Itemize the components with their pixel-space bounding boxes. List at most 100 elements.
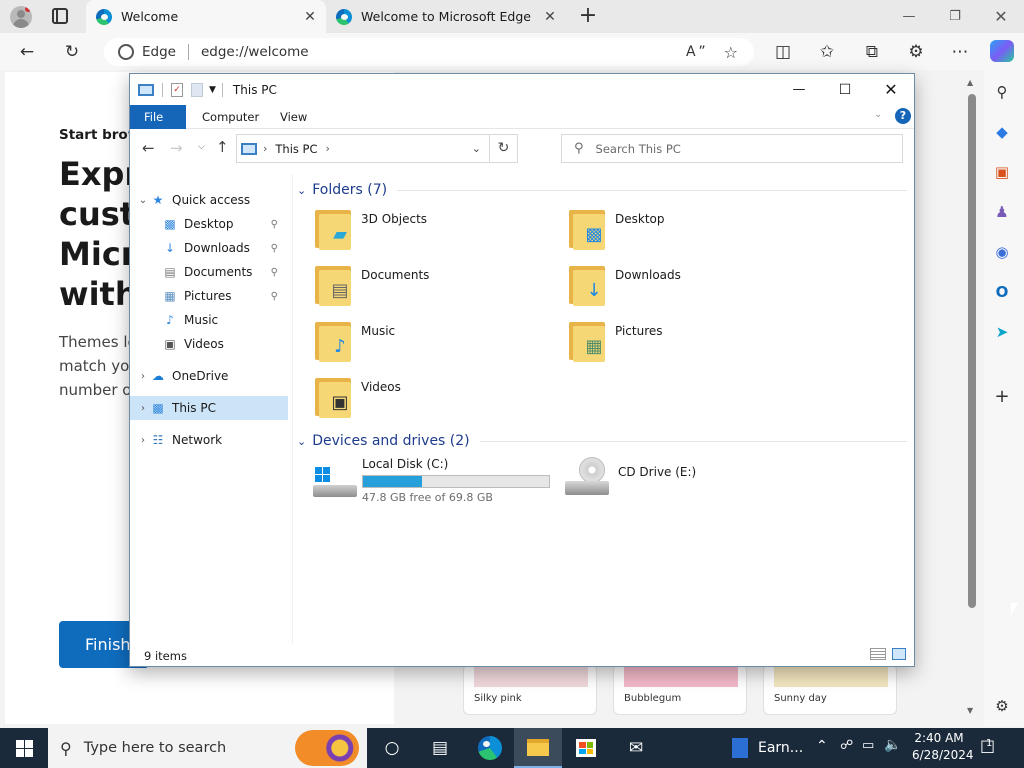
qat-dropdown-icon[interactable]: ▼ <box>209 85 216 95</box>
copilot-icon[interactable] <box>990 40 1014 62</box>
back-icon[interactable]: ← <box>10 33 44 70</box>
nav-item-documents[interactable]: ▤ Documents ⚲ <box>130 260 288 284</box>
start-button[interactable] <box>0 728 48 768</box>
read-aloud-icon[interactable]: A ” <box>686 44 706 60</box>
clock[interactable]: 2:40 AM 6/28/2024 <box>912 730 974 766</box>
restore-button[interactable]: ❐ <box>932 0 978 33</box>
tab-actions-icon[interactable] <box>52 8 68 24</box>
nav-forward-icon[interactable]: → <box>170 139 183 157</box>
outlook-icon[interactable]: O <box>984 278 1020 306</box>
url-text[interactable]: edge://welcome <box>201 44 309 60</box>
profile-avatar[interactable] <box>10 6 32 28</box>
address-breadcrumb[interactable]: › This PC › ⌄ ↻ <box>236 134 518 163</box>
large-icons-view-icon[interactable] <box>892 648 906 660</box>
drive-cd-e[interactable]: CD Drive (E:) <box>565 457 815 507</box>
nav-item-desktop[interactable]: ▩ Desktop ⚲ <box>130 212 288 236</box>
properties-icon[interactable]: ✓ <box>171 82 183 97</box>
nav-item-videos[interactable]: ▣ Videos <box>130 332 288 356</box>
volume-muted-icon[interactable]: 🔈 <box>884 737 901 753</box>
collapse-chevron-icon[interactable]: ⌄ <box>297 435 306 448</box>
taskbar-mail-app[interactable]: ✉ <box>612 728 660 768</box>
scroll-thumb[interactable] <box>968 94 976 608</box>
performance-icon[interactable]: ⚙ <box>899 33 933 70</box>
expand-ribbon-icon[interactable]: ⌄ <box>874 109 882 120</box>
folders-group-header[interactable]: ⌄ Folders (7) <box>297 180 907 200</box>
toolbox-icon[interactable]: ▣ <box>984 158 1020 186</box>
help-icon[interactable]: ? <box>895 108 911 124</box>
favorites-icon[interactable]: ✩ <box>810 33 844 70</box>
split-screen-icon[interactable]: ◫ <box>766 33 800 70</box>
address-bar[interactable]: Edge edge://welcome A ” ☆ <box>104 38 754 66</box>
tab-welcome[interactable]: Welcome ✕ <box>86 0 326 33</box>
favorite-star-icon[interactable]: ☆ <box>724 43 738 62</box>
folder-videos[interactable]: ▣ Videos <box>313 376 563 432</box>
recent-locations-icon[interactable]: ⌵ <box>198 142 205 152</box>
folder-desktop[interactable]: ▩ Desktop <box>567 208 817 264</box>
theme-card-sunny-day[interactable]: Sunny day <box>763 664 897 715</box>
sidebar-settings-icon[interactable]: ⚙ <box>984 692 1020 720</box>
breadcrumb-chevron-icon[interactable]: › <box>326 142 330 155</box>
nav-item-onedrive[interactable]: › ☁ OneDrive <box>130 364 288 388</box>
games-icon[interactable]: ♟ <box>984 198 1020 226</box>
drive-local-disk-c[interactable]: Local Disk (C:) 47.8 GB free of 69.8 GB <box>309 457 559 507</box>
breadcrumb-chevron-icon[interactable]: › <box>263 142 267 155</box>
expanded-chevron-icon[interactable]: ⌄ <box>136 195 150 206</box>
pin-icon[interactable]: ⚲ <box>271 267 278 278</box>
network-icon[interactable]: ☍ <box>840 738 853 753</box>
close-tab-icon[interactable]: ✕ <box>300 9 320 25</box>
collapsed-chevron-icon[interactable]: › <box>136 435 150 446</box>
taskbar-edge-app[interactable] <box>466 728 514 768</box>
pin-icon[interactable]: ⚲ <box>271 243 278 254</box>
new-folder-icon[interactable] <box>191 82 203 97</box>
folder-pictures[interactable]: ▦ Pictures <box>567 320 817 376</box>
theme-card-bubblegum[interactable]: Bubblegum <box>613 664 747 715</box>
folder-music[interactable]: ♪ Music <box>313 320 563 376</box>
refresh-icon[interactable]: ↻ <box>55 33 89 70</box>
pin-icon[interactable]: ⚲ <box>271 291 278 302</box>
taskbar-file-explorer-app[interactable] <box>514 728 562 768</box>
address-dropdown-icon[interactable]: ⌄ <box>472 142 481 155</box>
explorer-close-button[interactable]: ✕ <box>868 80 914 99</box>
explorer-maximize-button[interactable]: ☐ <box>822 82 868 98</box>
drives-group-header[interactable]: ⌄ Devices and drives (2) <box>297 431 907 451</box>
theme-card-silky-pink[interactable]: Silky pink <box>463 664 597 715</box>
taskbar-store-app[interactable] <box>562 728 610 768</box>
ribbon-tab-computer[interactable]: Computer <box>188 105 273 129</box>
folder-downloads[interactable]: ↓ Downloads <box>567 264 817 320</box>
ribbon-tab-file[interactable]: File <box>130 105 186 129</box>
refresh-address-icon[interactable]: ↻ <box>489 135 517 162</box>
battery-icon[interactable]: ▭ <box>862 738 874 753</box>
collapse-chevron-icon[interactable]: ⌄ <box>297 184 306 197</box>
explorer-minimize-button[interactable]: — <box>776 82 822 97</box>
taskbar-earn-app[interactable]: Earn... <box>726 728 812 768</box>
collections-icon[interactable]: ⧉ <box>855 33 889 70</box>
close-tab-icon[interactable]: ✕ <box>540 9 560 25</box>
scroll-down-arrow[interactable]: ▼ <box>967 706 973 715</box>
nav-item-quick-access[interactable]: ⌄ ★ Quick access <box>130 188 288 212</box>
task-view-button[interactable]: ○ <box>368 728 416 768</box>
search-box[interactable]: ⚲ Search This PC <box>561 134 903 163</box>
nav-item-pictures[interactable]: ▦ Pictures ⚲ <box>130 284 288 308</box>
nav-up-icon[interactable]: ↑ <box>216 138 229 156</box>
new-tab-button[interactable]: + <box>574 2 602 30</box>
page-scrollbar[interactable]: ▲ ▼ <box>966 78 978 718</box>
notification-center-button[interactable]: □ 1 <box>980 736 1006 760</box>
close-window-button[interactable]: ✕ <box>978 0 1024 33</box>
nav-back-icon[interactable]: ← <box>142 139 155 157</box>
scroll-up-arrow[interactable]: ▲ <box>967 78 973 87</box>
breadcrumb-this-pc[interactable]: This PC <box>275 142 317 156</box>
tab-welcome-to-edge[interactable]: Welcome to Microsoft Edge ✕ <box>326 0 566 33</box>
search-icon[interactable]: ⚲ <box>984 78 1020 106</box>
add-sidebar-app-icon[interactable]: + <box>984 382 1020 410</box>
nav-item-network[interactable]: › ☷ Network <box>130 428 288 452</box>
ribbon-tab-view[interactable]: View <box>266 105 321 129</box>
details-view-icon[interactable] <box>870 648 886 660</box>
collapsed-chevron-icon[interactable]: › <box>136 403 150 414</box>
nav-item-music[interactable]: ♪ Music <box>130 308 288 332</box>
folder-documents[interactable]: ▤ Documents <box>313 264 563 320</box>
shopping-tag-icon[interactable]: ◆ <box>984 118 1020 146</box>
nav-item-downloads[interactable]: ↓ Downloads ⚲ <box>130 236 288 260</box>
more-menu-icon[interactable]: ⋯ <box>943 33 977 70</box>
minimize-button[interactable]: — <box>886 0 932 33</box>
collapsed-chevron-icon[interactable]: › <box>136 371 150 382</box>
